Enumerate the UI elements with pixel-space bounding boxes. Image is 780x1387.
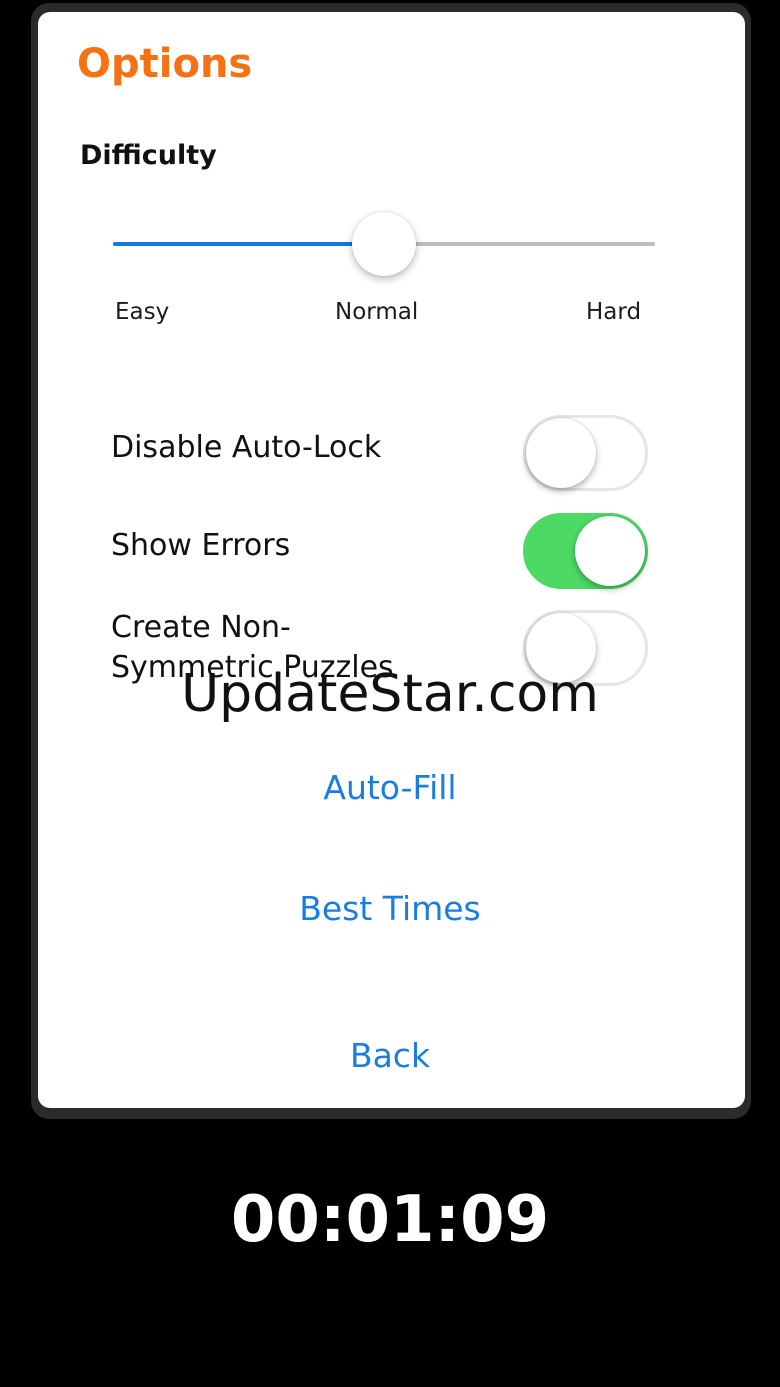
back-button[interactable]: Back — [0, 1039, 780, 1072]
disable-auto-lock-label: Disable Auto-Lock — [111, 430, 382, 465]
slider-thumb[interactable] — [352, 212, 416, 276]
toggle-knob — [575, 516, 645, 586]
show-errors-label: Show Errors — [111, 528, 291, 563]
show-errors-toggle[interactable] — [523, 513, 648, 589]
auto-fill-button[interactable]: Auto-Fill — [0, 771, 780, 804]
options-title: Options — [77, 41, 253, 87]
best-times-button[interactable]: Best Times — [0, 892, 780, 925]
difficulty-level-normal: Normal — [335, 299, 419, 325]
difficulty-level-easy: Easy — [115, 299, 170, 325]
game-timer: 00:01:09 — [230, 1183, 550, 1257]
difficulty-slider[interactable] — [113, 212, 655, 276]
difficulty-level-hard: Hard — [586, 299, 642, 325]
toggle-knob — [526, 418, 596, 488]
disable-auto-lock-toggle[interactable] — [523, 415, 648, 491]
slider-fill — [113, 242, 384, 246]
difficulty-label: Difficulty — [80, 140, 217, 171]
watermark: UpdateStar.com — [181, 664, 599, 724]
